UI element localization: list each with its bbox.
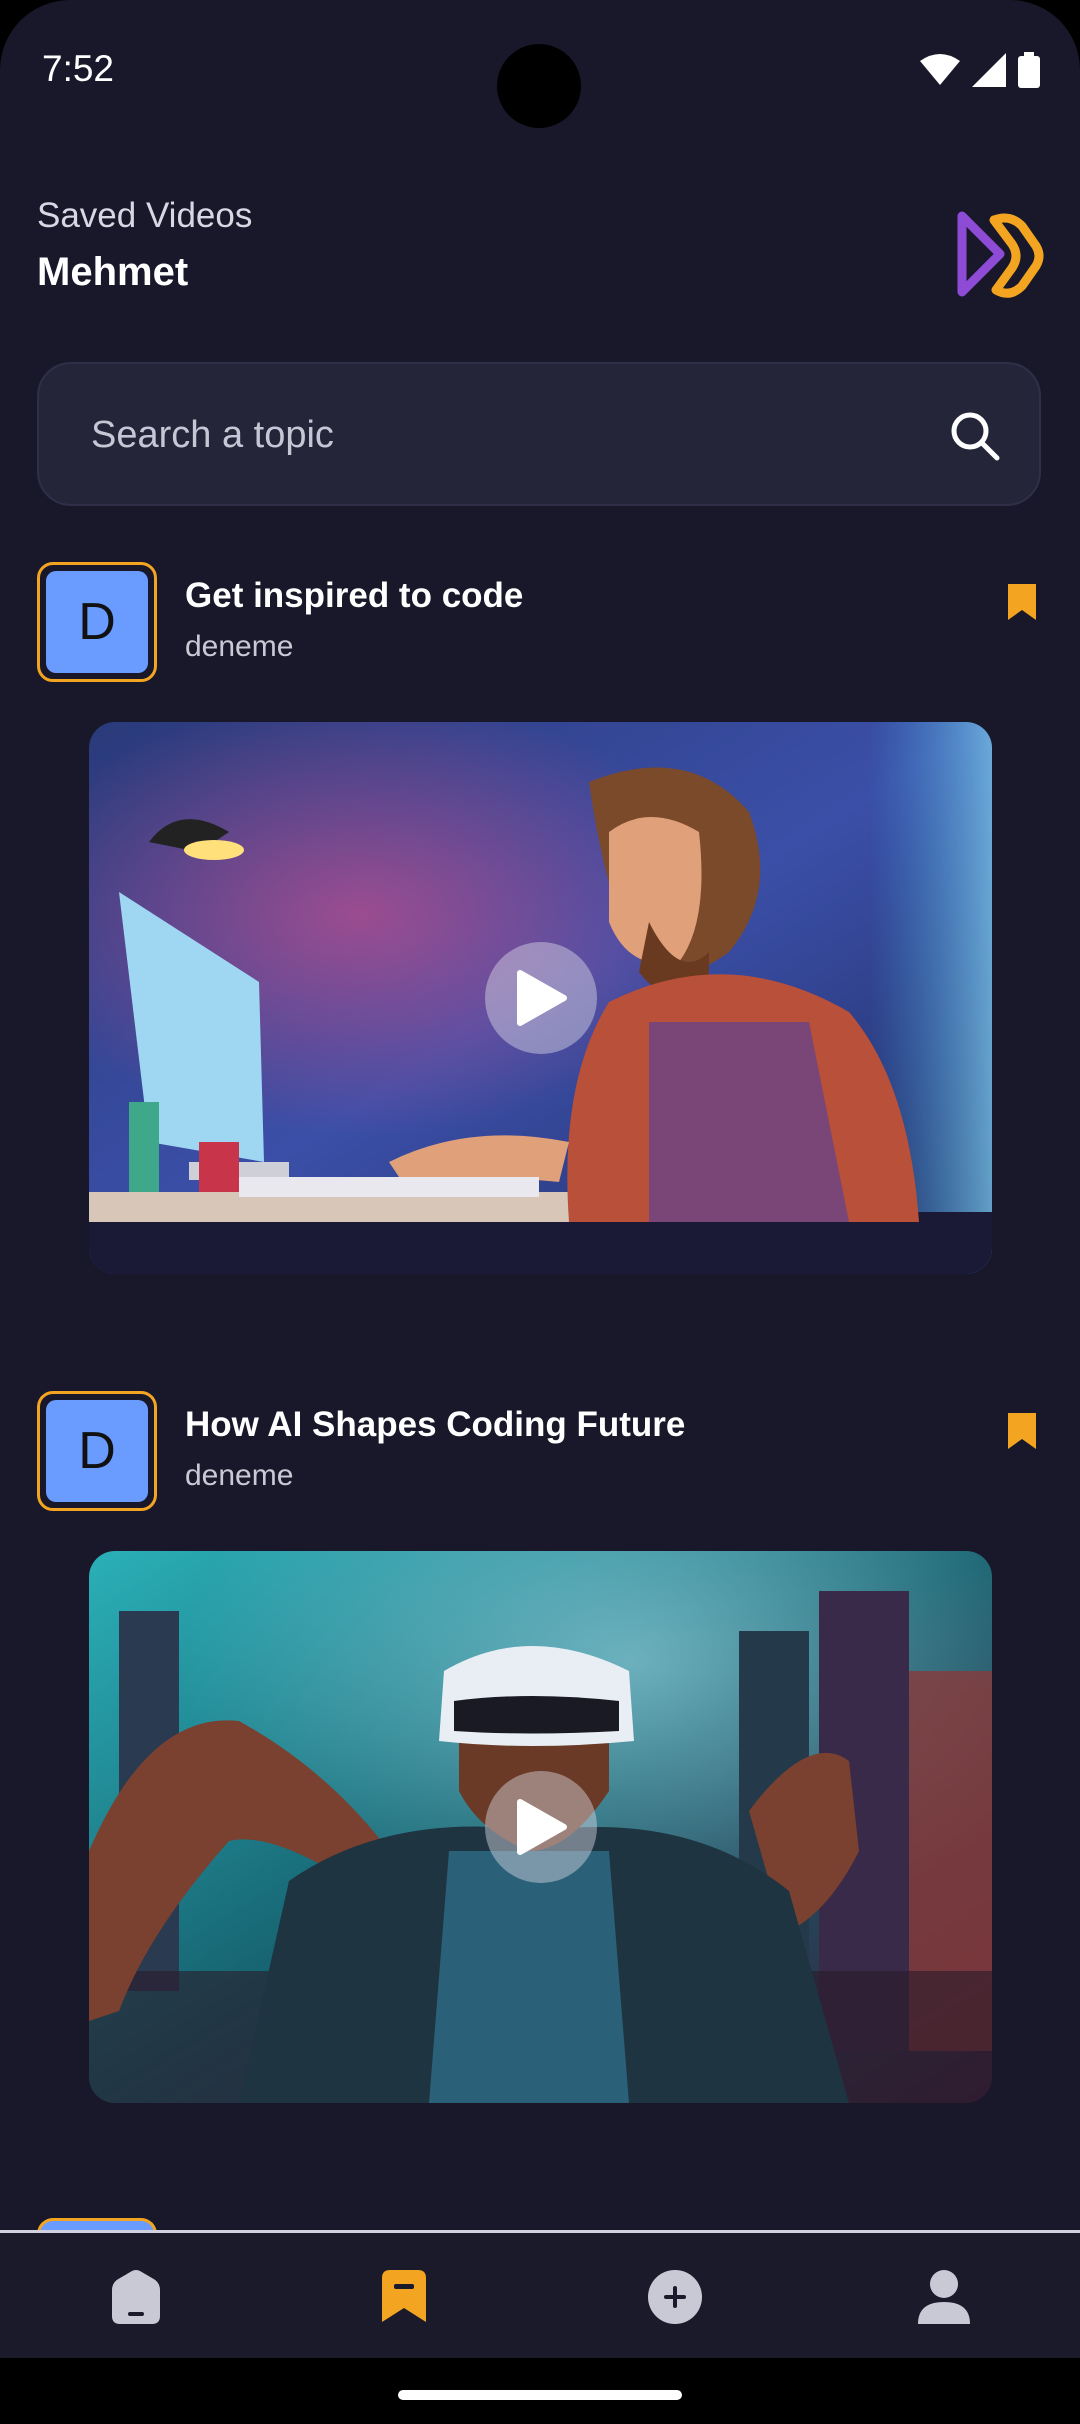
status-time: 7:52 [42, 48, 115, 89]
page-header: Saved Videos Mehmet [37, 196, 252, 295]
profile-icon [918, 2270, 970, 2324]
play-icon [516, 1799, 567, 1855]
page-subtitle: Saved Videos [37, 196, 253, 235]
add-icon [648, 2270, 702, 2324]
status-icons [920, 52, 1040, 88]
gesture-bar [0, 2358, 1080, 2424]
post-title[interactable]: Get inspired to code [185, 576, 523, 616]
post-title[interactable]: How AI Shapes Coding Future [185, 1405, 685, 1445]
app-logo-icon [957, 211, 1044, 298]
signal-icon [972, 53, 1006, 87]
home-icon [112, 2270, 160, 2324]
play-button[interactable] [484, 942, 597, 1054]
post-author: deneme [185, 1459, 294, 1492]
nav-saved[interactable] [364, 2257, 444, 2337]
video-post: D Get inspired to code deneme [0, 562, 1080, 1282]
nav-profile[interactable] [904, 2257, 984, 2337]
bookmark-icon [382, 2270, 426, 2322]
wifi-icon [920, 54, 960, 85]
play-button[interactable] [484, 1771, 597, 1883]
bookmark-icon[interactable] [1006, 582, 1038, 622]
avatar[interactable]: D [37, 1391, 157, 1511]
avatar[interactable]: D [37, 562, 157, 682]
video-thumbnail[interactable] [89, 1551, 992, 2103]
post-author: deneme [185, 630, 294, 663]
camera-cutout [497, 44, 581, 128]
user-name: Mehmet [37, 250, 189, 294]
search-icon[interactable] [947, 408, 1003, 464]
status-bar: 7:52 [0, 0, 1080, 140]
bookmark-icon[interactable] [1006, 1411, 1038, 1451]
play-icon [516, 970, 567, 1026]
avatar-letter: D [46, 571, 148, 673]
video-thumbnail[interactable] [89, 722, 992, 1274]
bottom-navigation [0, 2230, 1080, 2361]
search-input[interactable] [89, 398, 873, 472]
video-post: D How AI Shapes Coding Future deneme [0, 1391, 1080, 2111]
battery-icon [1018, 52, 1040, 88]
nav-home[interactable] [96, 2257, 176, 2337]
nav-add[interactable] [635, 2257, 715, 2337]
app-screen: 7:52 Saved Videos Mehmet D Get inspired … [0, 0, 1080, 2424]
avatar-letter: D [46, 1400, 148, 1502]
search-bar[interactable] [37, 362, 1041, 506]
home-indicator[interactable] [398, 2390, 682, 2400]
